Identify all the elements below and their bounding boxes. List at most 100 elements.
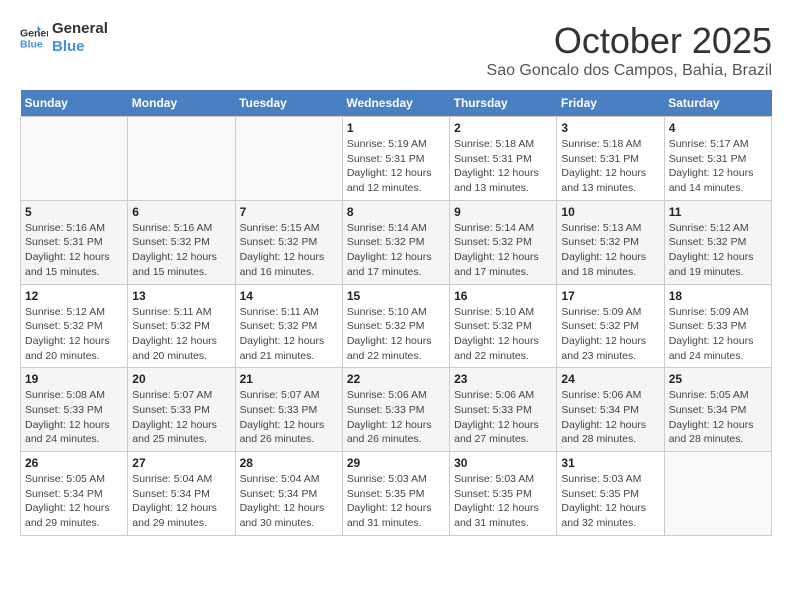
day-info: Sunrise: 5:16 AM Sunset: 5:31 PM Dayligh… xyxy=(25,221,123,280)
day-number: 9 xyxy=(454,205,552,219)
calendar-cell: 23Sunrise: 5:06 AM Sunset: 5:33 PM Dayli… xyxy=(450,368,557,452)
day-info: Sunrise: 5:18 AM Sunset: 5:31 PM Dayligh… xyxy=(561,137,659,196)
location-title: Sao Goncalo dos Campos, Bahia, Brazil xyxy=(487,62,772,80)
day-info: Sunrise: 5:05 AM Sunset: 5:34 PM Dayligh… xyxy=(25,472,123,531)
calendar-cell: 16 Sunrise: 5:10 AM Sunset: 5:32 PM Dayli… xyxy=(450,284,557,368)
day-info: Sunrise: 5:12 AM Sunset: 5:32 PM Dayligh… xyxy=(669,221,767,280)
calendar-cell: 27Sunrise: 5:04 AM Sunset: 5:34 PM Dayli… xyxy=(128,452,235,536)
weekday-header-wednesday: Wednesday xyxy=(342,90,449,117)
title-block: October 2025 Sao Goncalo dos Campos, Bah… xyxy=(487,20,772,80)
calendar-cell: 3 Sunrise: 5:18 AM Sunset: 5:31 PM Daylig… xyxy=(557,117,664,201)
day-info: Sunrise: 5:19 AM Sunset: 5:31 PM Dayligh… xyxy=(347,137,445,196)
day-info: Sunrise: 5:03 AM Sunset: 5:35 PM Dayligh… xyxy=(454,472,552,531)
calendar-cell: 12Sunrise: 5:12 AM Sunset: 5:32 PM Dayli… xyxy=(21,284,128,368)
weekday-header-saturday: Saturday xyxy=(664,90,771,117)
calendar-cell: 11 Sunrise: 5:12 AM Sunset: 5:32 PM Dayli… xyxy=(664,200,771,284)
svg-text:Blue: Blue xyxy=(20,39,43,51)
logo: General Blue General Blue xyxy=(20,20,108,56)
calendar-cell: 9 Sunrise: 5:14 AM Sunset: 5:32 PM Daylig… xyxy=(450,200,557,284)
day-info: Sunrise: 5:10 AM Sunset: 5:32 PM Dayligh… xyxy=(347,305,445,364)
calendar-week-3: 12Sunrise: 5:12 AM Sunset: 5:32 PM Dayli… xyxy=(21,284,772,368)
day-number: 15 xyxy=(347,289,445,303)
day-info: Sunrise: 5:04 AM Sunset: 5:34 PM Dayligh… xyxy=(132,472,230,531)
day-number: 5 xyxy=(25,205,123,219)
day-number: 25 xyxy=(669,372,767,386)
day-number: 8 xyxy=(347,205,445,219)
calendar-cell: 4 Sunrise: 5:17 AM Sunset: 5:31 PM Daylig… xyxy=(664,117,771,201)
day-number: 11 xyxy=(669,205,767,219)
day-info: Sunrise: 5:07 AM Sunset: 5:33 PM Dayligh… xyxy=(132,388,230,447)
logo-line1: General xyxy=(52,20,108,38)
day-info: Sunrise: 5:03 AM Sunset: 5:35 PM Dayligh… xyxy=(561,472,659,531)
calendar-table: SundayMondayTuesdayWednesdayThursdayFrid… xyxy=(20,90,772,536)
svg-text:General: General xyxy=(20,27,48,39)
calendar-cell: 14 Sunrise: 5:11 AM Sunset: 5:32 PM Dayli… xyxy=(235,284,342,368)
day-info: Sunrise: 5:16 AM Sunset: 5:32 PM Dayligh… xyxy=(132,221,230,280)
calendar-cell: 6 Sunrise: 5:16 AM Sunset: 5:32 PM Daylig… xyxy=(128,200,235,284)
day-number: 3 xyxy=(561,121,659,135)
day-info: Sunrise: 5:13 AM Sunset: 5:32 PM Dayligh… xyxy=(561,221,659,280)
day-number: 6 xyxy=(132,205,230,219)
calendar-cell xyxy=(235,117,342,201)
weekday-header-tuesday: Tuesday xyxy=(235,90,342,117)
day-info: Sunrise: 5:11 AM Sunset: 5:32 PM Dayligh… xyxy=(240,305,338,364)
calendar-cell xyxy=(21,117,128,201)
month-title: October 2025 xyxy=(487,20,772,62)
day-info: Sunrise: 5:17 AM Sunset: 5:31 PM Dayligh… xyxy=(669,137,767,196)
day-info: Sunrise: 5:06 AM Sunset: 5:33 PM Dayligh… xyxy=(347,388,445,447)
day-info: Sunrise: 5:09 AM Sunset: 5:32 PM Dayligh… xyxy=(561,305,659,364)
calendar-cell: 5 Sunrise: 5:16 AM Sunset: 5:31 PM Daylig… xyxy=(21,200,128,284)
page-header: General Blue General Blue October 2025 S… xyxy=(20,20,772,80)
calendar-cell: 29Sunrise: 5:03 AM Sunset: 5:35 PM Dayli… xyxy=(342,452,449,536)
calendar-cell: 17Sunrise: 5:09 AM Sunset: 5:32 PM Dayli… xyxy=(557,284,664,368)
calendar-cell: 13Sunrise: 5:11 AM Sunset: 5:32 PM Dayli… xyxy=(128,284,235,368)
day-number: 16 xyxy=(454,289,552,303)
calendar-cell: 28Sunrise: 5:04 AM Sunset: 5:34 PM Dayli… xyxy=(235,452,342,536)
weekday-header-sunday: Sunday xyxy=(21,90,128,117)
day-number: 28 xyxy=(240,456,338,470)
day-number: 30 xyxy=(454,456,552,470)
calendar-cell: 24 Sunrise: 5:06 AM Sunset: 5:34 PM Dayli… xyxy=(557,368,664,452)
calendar-cell: 18Sunrise: 5:09 AM Sunset: 5:33 PM Dayli… xyxy=(664,284,771,368)
calendar-cell: 15 Sunrise: 5:10 AM Sunset: 5:32 PM Dayli… xyxy=(342,284,449,368)
day-number: 4 xyxy=(669,121,767,135)
day-info: Sunrise: 5:06 AM Sunset: 5:34 PM Dayligh… xyxy=(561,388,659,447)
calendar-cell: 2Sunrise: 5:18 AM Sunset: 5:31 PM Daylig… xyxy=(450,117,557,201)
day-info: Sunrise: 5:18 AM Sunset: 5:31 PM Dayligh… xyxy=(454,137,552,196)
calendar-cell xyxy=(664,452,771,536)
calendar-cell: 7 Sunrise: 5:15 AM Sunset: 5:32 PM Daylig… xyxy=(235,200,342,284)
calendar-cell: 8 Sunrise: 5:14 AM Sunset: 5:32 PM Daylig… xyxy=(342,200,449,284)
calendar-week-2: 5 Sunrise: 5:16 AM Sunset: 5:31 PM Daylig… xyxy=(21,200,772,284)
calendar-cell: 20 Sunrise: 5:07 AM Sunset: 5:33 PM Dayli… xyxy=(128,368,235,452)
day-number: 14 xyxy=(240,289,338,303)
day-info: Sunrise: 5:05 AM Sunset: 5:34 PM Dayligh… xyxy=(669,388,767,447)
calendar-cell: 21Sunrise: 5:07 AM Sunset: 5:33 PM Dayli… xyxy=(235,368,342,452)
weekday-header-row: SundayMondayTuesdayWednesdayThursdayFrid… xyxy=(21,90,772,117)
day-info: Sunrise: 5:07 AM Sunset: 5:33 PM Dayligh… xyxy=(240,388,338,447)
day-number: 12 xyxy=(25,289,123,303)
day-info: Sunrise: 5:10 AM Sunset: 5:32 PM Dayligh… xyxy=(454,305,552,364)
day-number: 24 xyxy=(561,372,659,386)
day-info: Sunrise: 5:14 AM Sunset: 5:32 PM Dayligh… xyxy=(454,221,552,280)
calendar-cell: 25 Sunrise: 5:05 AM Sunset: 5:34 PM Dayli… xyxy=(664,368,771,452)
calendar-cell: 10 Sunrise: 5:13 AM Sunset: 5:32 PM Dayli… xyxy=(557,200,664,284)
weekday-header-thursday: Thursday xyxy=(450,90,557,117)
calendar-cell xyxy=(128,117,235,201)
logo-line2: Blue xyxy=(52,38,108,56)
day-number: 13 xyxy=(132,289,230,303)
calendar-cell: 22Sunrise: 5:06 AM Sunset: 5:33 PM Dayli… xyxy=(342,368,449,452)
calendar-cell: 30 Sunrise: 5:03 AM Sunset: 5:35 PM Dayli… xyxy=(450,452,557,536)
day-number: 7 xyxy=(240,205,338,219)
calendar-week-1: 1 Sunrise: 5:19 AM Sunset: 5:31 PM Daylig… xyxy=(21,117,772,201)
day-number: 20 xyxy=(132,372,230,386)
day-number: 1 xyxy=(347,121,445,135)
day-number: 10 xyxy=(561,205,659,219)
day-info: Sunrise: 5:08 AM Sunset: 5:33 PM Dayligh… xyxy=(25,388,123,447)
weekday-header-friday: Friday xyxy=(557,90,664,117)
day-number: 31 xyxy=(561,456,659,470)
day-number: 29 xyxy=(347,456,445,470)
calendar-cell: 1 Sunrise: 5:19 AM Sunset: 5:31 PM Daylig… xyxy=(342,117,449,201)
calendar-cell: 26Sunrise: 5:05 AM Sunset: 5:34 PM Dayli… xyxy=(21,452,128,536)
day-info: Sunrise: 5:14 AM Sunset: 5:32 PM Dayligh… xyxy=(347,221,445,280)
day-info: Sunrise: 5:15 AM Sunset: 5:32 PM Dayligh… xyxy=(240,221,338,280)
